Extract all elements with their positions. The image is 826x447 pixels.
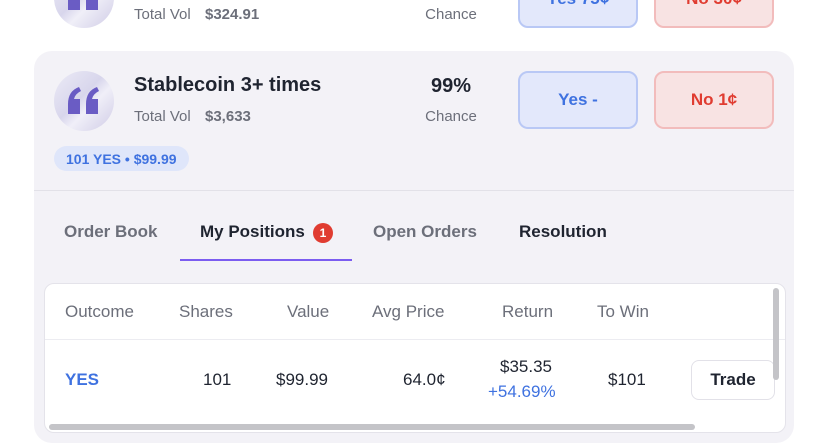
tab-order-book[interactable]: Order Book <box>64 222 158 242</box>
avg-price-cell: 64.0¢ <box>403 370 446 389</box>
total-vol-label: Total Vol <box>134 6 191 23</box>
col-return: Return <box>502 302 554 321</box>
quote-mark-icon <box>68 0 98 10</box>
col-outcome: Outcome <box>65 302 134 321</box>
position-badge[interactable]: 101 YES • $99.99 <box>54 146 189 171</box>
col-avg-price: Avg Price <box>372 302 445 321</box>
horizontal-scrollbar[interactable] <box>49 424 695 430</box>
tab-my-positions[interactable]: My Positions 1 <box>180 191 352 261</box>
table-header: Outcome Shares Value Avg Price Return To… <box>45 284 785 340</box>
chance-label: Chance <box>425 6 477 23</box>
positions-table: Outcome Shares Value Avg Price Return To… <box>44 283 786 433</box>
market-card: Stablecoin 3+ times Total Vol $3,633 99%… <box>34 51 794 443</box>
buy-no-label: No 30¢ <box>686 0 742 9</box>
col-shares: Shares <box>179 302 233 321</box>
table-row: YES 101 $99.99 64.0¢ $35.35 +54.69% $101… <box>45 340 785 420</box>
total-vol-value: $3,633 <box>205 108 251 125</box>
tab-resolution[interactable]: Resolution <box>519 222 607 242</box>
vertical-scrollbar[interactable] <box>773 288 779 380</box>
quote-mark-icon <box>68 87 99 114</box>
col-value: Value <box>287 302 330 321</box>
buy-no-button[interactable]: No 30¢ <box>654 0 774 28</box>
to-win-cell: $101 <box>608 370 646 389</box>
return-value-cell: $35.35 <box>500 357 552 376</box>
trade-button[interactable]: Trade <box>691 360 775 400</box>
col-to-win: To Win <box>597 302 649 321</box>
return-percent-cell: +54.69% <box>488 382 556 401</box>
tab-my-positions-label: My Positions <box>200 222 305 241</box>
active-tab-underline <box>180 259 352 261</box>
market-title[interactable]: Stablecoin 3+ times <box>134 74 321 97</box>
buy-yes-label: Yes - <box>558 90 598 109</box>
chance-label: Chance <box>425 108 477 125</box>
value-cell: $99.99 <box>276 370 328 389</box>
total-vol-label: Total Vol <box>134 108 191 125</box>
market-avatar-top <box>54 0 114 28</box>
buy-no-button[interactable]: No 1¢ <box>654 71 774 129</box>
market-card-top: Total Vol $324.91 Chance Yes 75¢ No 30¢ <box>34 0 794 32</box>
outcome-cell[interactable]: YES <box>65 370 99 390</box>
total-vol-value: $324.91 <box>205 6 260 23</box>
market-avatar <box>54 71 114 131</box>
shares-cell: 101 <box>203 370 232 389</box>
buy-yes-button[interactable]: Yes 75¢ <box>518 0 638 28</box>
trade-button-label: Trade <box>710 370 756 389</box>
chance-percent: 99% <box>430 75 472 97</box>
positions-count-badge: 1 <box>313 223 333 243</box>
tab-bar: Order Book My Positions 1 Open Orders Re… <box>34 191 794 261</box>
buy-yes-button[interactable]: Yes - <box>518 71 638 129</box>
buy-yes-label: Yes 75¢ <box>547 0 609 9</box>
tab-open-orders[interactable]: Open Orders <box>373 222 477 242</box>
buy-no-label: No 1¢ <box>690 90 738 109</box>
position-badge-text: 101 YES • $99.99 <box>66 150 177 167</box>
